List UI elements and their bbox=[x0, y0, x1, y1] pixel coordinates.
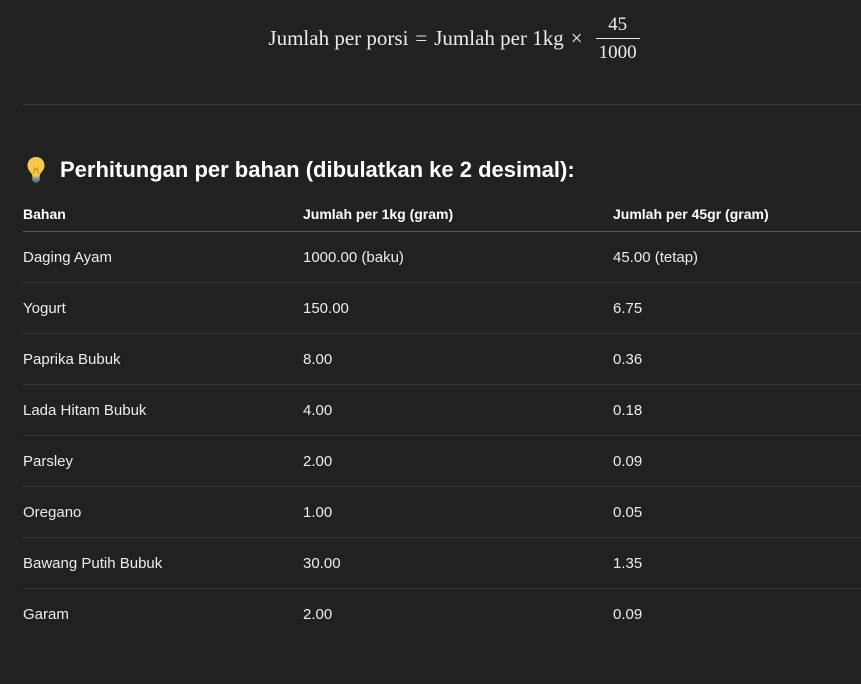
cell-per-45gr: 6.75 bbox=[613, 282, 861, 334]
cell-per-45gr: 45.00 (tetap) bbox=[613, 231, 861, 283]
table-row: Paprika Bubuk 8.00 0.36 bbox=[23, 333, 861, 385]
cell-per-45gr: 0.05 bbox=[613, 486, 861, 538]
table-row: Parsley 2.00 0.09 bbox=[23, 435, 861, 487]
cell-per-1kg: 8.00 bbox=[303, 333, 613, 385]
formula-fraction: 45 1000 bbox=[595, 13, 640, 63]
cell-ingredient: Lada Hitam Bubuk bbox=[23, 384, 303, 436]
cell-per-1kg: 2.00 bbox=[303, 435, 613, 487]
cell-per-45gr: 0.18 bbox=[613, 384, 861, 436]
table-row: Bawang Putih Bubuk 30.00 1.35 bbox=[23, 537, 861, 589]
cell-per-1kg: 30.00 bbox=[303, 537, 613, 589]
cell-ingredient: Bawang Putih Bubuk bbox=[23, 537, 303, 589]
table-row: Daging Ayam 1000.00 (baku) 45.00 (tetap) bbox=[23, 231, 861, 283]
cell-per-1kg: 1000.00 (baku) bbox=[303, 231, 613, 283]
formula-denominator: 1000 bbox=[598, 41, 637, 63]
cell-per-45gr: 1.35 bbox=[613, 537, 861, 589]
section-divider bbox=[23, 104, 861, 105]
section-heading: Perhitungan per bahan (dibulatkan ke 2 d… bbox=[26, 153, 575, 187]
table-row: Oregano 1.00 0.05 bbox=[23, 486, 861, 538]
cell-per-45gr: 0.09 bbox=[613, 435, 861, 487]
cell-ingredient: Paprika Bubuk bbox=[23, 333, 303, 385]
cell-per-45gr: 0.09 bbox=[613, 605, 643, 623]
cell-ingredient: Oregano bbox=[23, 486, 303, 538]
formula-rhs: Jumlah per 1kg bbox=[434, 25, 564, 50]
column-header-per-1kg: Jumlah per 1kg (gram) bbox=[303, 196, 613, 232]
formula-times: × bbox=[570, 25, 583, 50]
cell-per-1kg: 150.00 bbox=[303, 282, 613, 334]
table-header-row: Bahan Jumlah per 1kg (gram) Jumlah per 4… bbox=[23, 196, 861, 232]
cell-ingredient: Yogurt bbox=[23, 282, 303, 334]
cell-ingredient: Garam bbox=[23, 605, 69, 623]
cell-ingredient: Daging Ayam bbox=[23, 231, 303, 283]
cell-per-1kg: 4.00 bbox=[303, 384, 613, 436]
column-header-per-45gr: Jumlah per 45gr (gram) bbox=[613, 196, 861, 232]
table-row: Garam 2.00 0.09 bbox=[23, 589, 861, 640]
table-row: Yogurt 150.00 6.75 bbox=[23, 282, 861, 334]
cell-per-45gr: 0.36 bbox=[613, 333, 861, 385]
ingredients-table: Bahan Jumlah per 1kg (gram) Jumlah per 4… bbox=[23, 196, 861, 639]
table-row: Lada Hitam Bubuk 4.00 0.18 bbox=[23, 384, 861, 436]
formula: Jumlah per porsi = Jumlah per 1kg × 45 1… bbox=[0, 8, 861, 68]
formula-numerator: 45 bbox=[608, 13, 628, 35]
formula-lhs: Jumlah per porsi bbox=[268, 25, 409, 50]
section-title: Perhitungan per bahan (dibulatkan ke 2 d… bbox=[60, 157, 575, 182]
lightbulb-icon bbox=[26, 155, 46, 185]
formula-equals: = bbox=[415, 25, 428, 50]
column-header-bahan: Bahan bbox=[23, 196, 303, 232]
cell-per-1kg: 1.00 bbox=[303, 486, 613, 538]
cell-per-1kg: 2.00 bbox=[303, 605, 333, 623]
cell-ingredient: Parsley bbox=[23, 435, 303, 487]
